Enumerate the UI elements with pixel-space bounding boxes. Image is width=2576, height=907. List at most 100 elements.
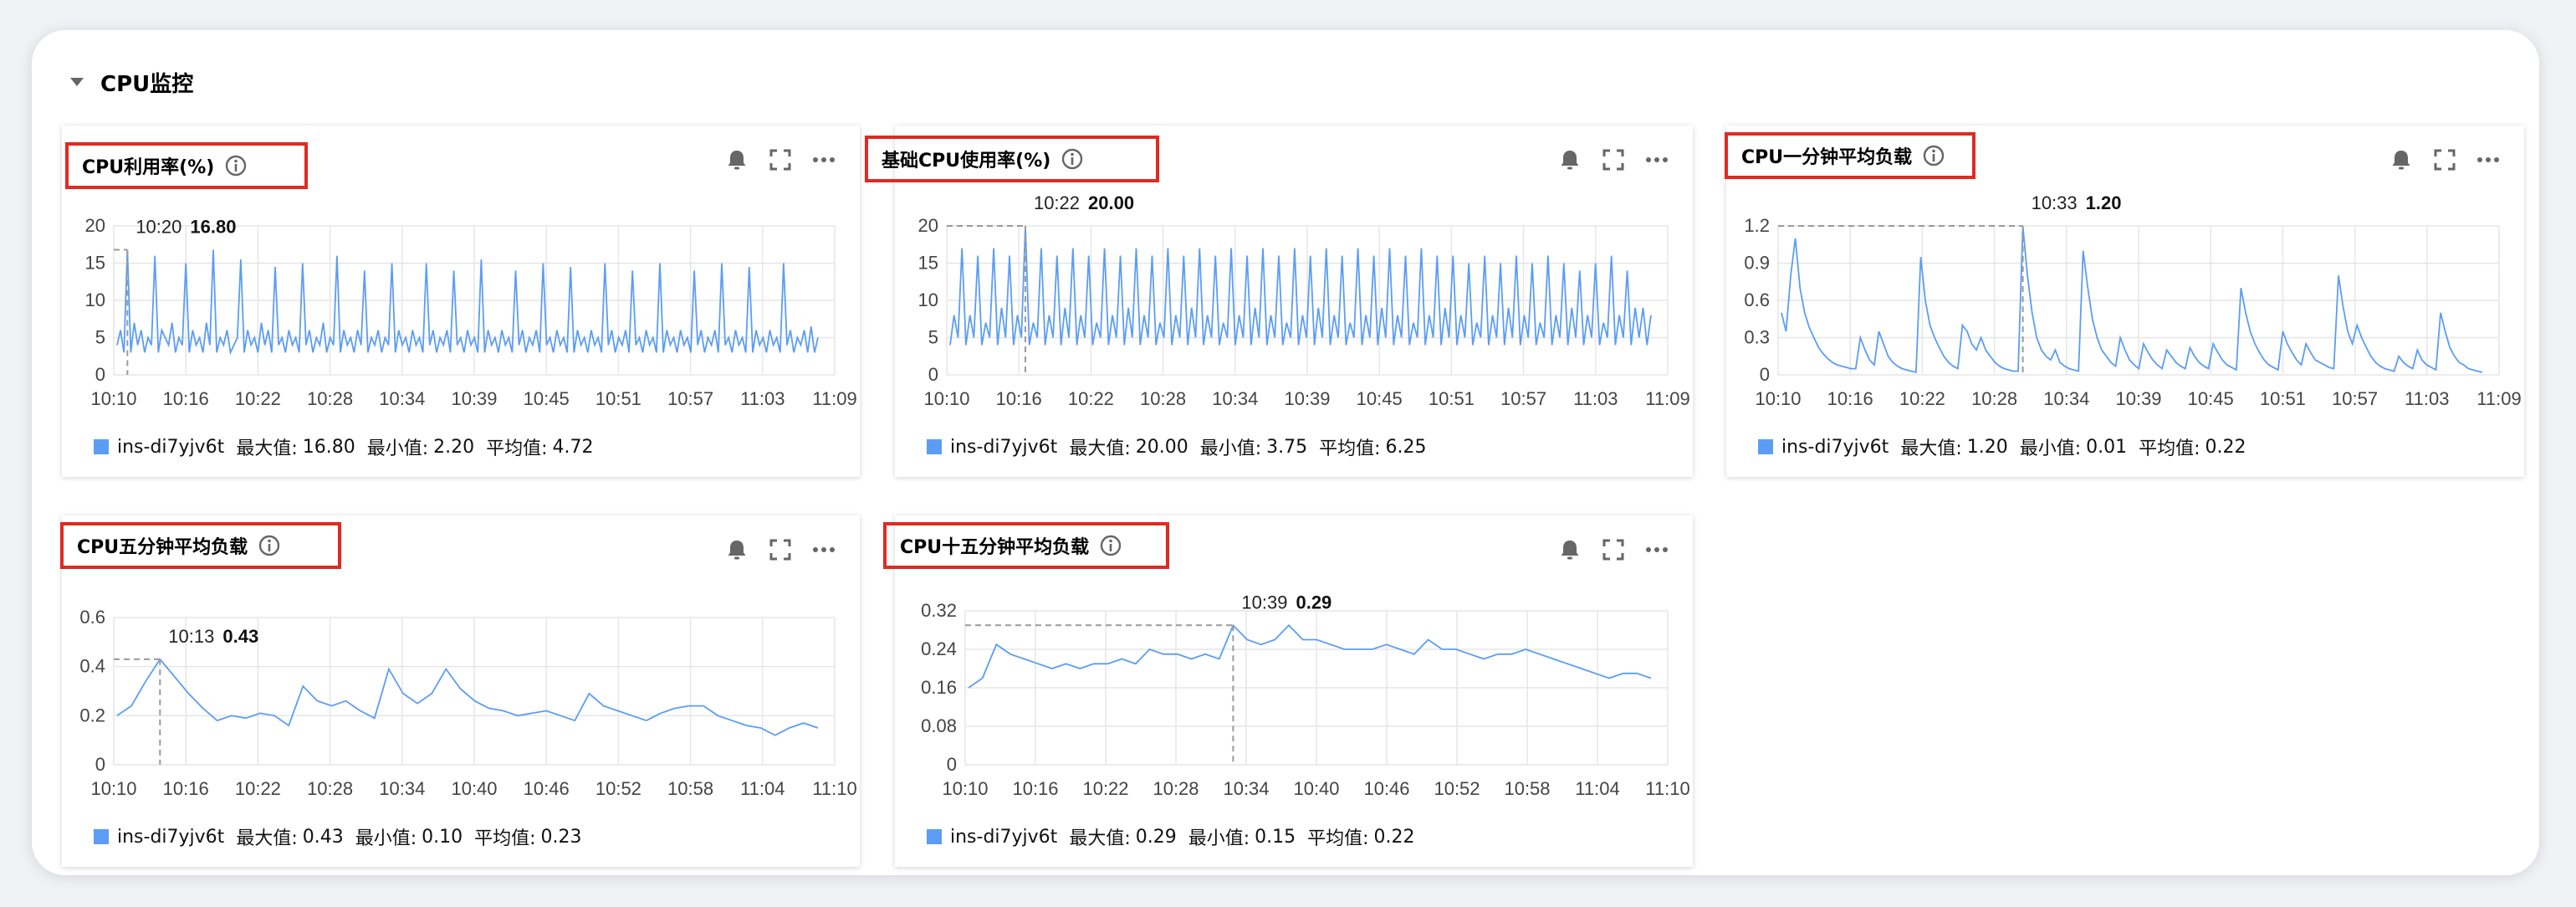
legend-series-name: ins-di7yjv6t bbox=[117, 436, 225, 458]
line-chart[interactable]: 0 5 10 15 20 10:10 10:16 10:22 10:28 10:34 10:39 10… bbox=[895, 126, 1693, 477]
y-tick-label: 5 bbox=[928, 327, 938, 348]
chart-card-cpu-load-1min: CPU一分钟平均负载 0 0.3 0.6 0.9 1.2 10:10 10:16 10:22 10… bbox=[1725, 126, 2524, 477]
legend-max-label: 最大值: bbox=[1069, 438, 1131, 459]
x-tick-label: 11:03 bbox=[2405, 388, 2449, 409]
series-line[interactable] bbox=[1781, 225, 2483, 374]
legend-min-value: 2.20 bbox=[433, 436, 475, 458]
legend-avg-label: 平均值: bbox=[2139, 438, 2200, 459]
y-tick-label: 20 bbox=[918, 215, 938, 236]
y-tick-label: 0.24 bbox=[921, 638, 957, 659]
tooltip-value: 1.20 bbox=[2086, 192, 2122, 213]
x-tick-label: 10:10 bbox=[942, 778, 988, 799]
section-title: CPU监控 bbox=[100, 71, 194, 97]
tooltip-value: 16.80 bbox=[190, 216, 236, 237]
x-tick-label: 10:45 bbox=[1357, 388, 1403, 409]
tooltip-time: 10:22 bbox=[1034, 192, 1080, 213]
x-tick-label: 10:51 bbox=[595, 388, 641, 409]
x-tick-label: 10:10 bbox=[90, 388, 136, 409]
x-tick-label: 10:39 bbox=[2115, 388, 2161, 409]
section-header[interactable]: CPU监控 bbox=[70, 65, 193, 99]
y-tick-label: 0 bbox=[95, 364, 105, 385]
x-tick-label: 10:51 bbox=[1429, 388, 1475, 409]
tooltip-time: 10:13 bbox=[168, 626, 214, 647]
y-tick-label: 0.32 bbox=[921, 600, 957, 621]
x-tick-label: 10:16 bbox=[1827, 388, 1873, 409]
y-tick-label: 0 bbox=[928, 364, 938, 385]
x-tick-label: 10:34 bbox=[379, 388, 425, 409]
line-chart[interactable]: 0 0.3 0.6 0.9 1.2 10:10 10:16 10:22 10:28 10:34 10… bbox=[1726, 126, 2524, 477]
line-chart[interactable]: 0 0.2 0.4 0.6 10:10 10:16 10:22 10:28 10:34 10:40… bbox=[62, 515, 860, 867]
x-tick-label: 10:22 bbox=[1899, 388, 1945, 409]
tooltip-label: 10:13 0.43 bbox=[168, 626, 258, 647]
x-tick-label: 10:52 bbox=[1434, 778, 1480, 799]
x-tick-label: 10:16 bbox=[996, 388, 1042, 409]
y-tick-label: 0 bbox=[947, 754, 957, 775]
x-tick-label: 10:52 bbox=[595, 778, 641, 799]
x-tick-label: 10:16 bbox=[163, 778, 209, 799]
tooltip-value: 0.43 bbox=[222, 626, 258, 647]
y-tick-label: 0.6 bbox=[79, 607, 105, 628]
tooltip-time: 10:33 bbox=[2032, 192, 2078, 213]
tooltip-label: 10:39 0.29 bbox=[1241, 592, 1331, 612]
chart-card-basic-cpu-usage: 基础CPU使用率(%) 0 5 10 15 20 10:10 10:16 10:22 10:28 1… bbox=[865, 126, 1693, 477]
tooltip-label: 10:33 1.20 bbox=[2032, 192, 2122, 213]
legend-min-value: 0.10 bbox=[422, 826, 463, 848]
y-tick-label: 0 bbox=[1760, 364, 1770, 385]
chart-legend: ins-di7yjv6t 最大值: 0.43 最小值: 0.10 平均值: 0.23 bbox=[94, 823, 594, 850]
x-tick-label: 10:34 bbox=[1223, 778, 1269, 799]
legend-min-label: 最小值: bbox=[1199, 438, 1262, 459]
y-tick-label: 0.2 bbox=[79, 705, 105, 725]
legend-max-value: 1.20 bbox=[1966, 436, 2008, 458]
legend-swatch bbox=[1758, 439, 1773, 454]
x-tick-label: 11:10 bbox=[812, 778, 856, 799]
legend-series-name: ins-di7yjv6t bbox=[1781, 436, 1889, 458]
legend-avg-value: 0.22 bbox=[2205, 436, 2246, 458]
x-tick-label: 11:10 bbox=[1645, 778, 1689, 799]
legend-avg-label: 平均值: bbox=[1319, 438, 1381, 459]
y-tick-label: 10 bbox=[85, 290, 105, 310]
legend-avg-value: 0.22 bbox=[1373, 826, 1415, 848]
x-tick-label: 10:10 bbox=[90, 778, 136, 799]
x-tick-label: 10:28 bbox=[1140, 388, 1186, 409]
legend-min-label: 最小值: bbox=[355, 828, 417, 849]
legend-min-value: 0.01 bbox=[2086, 436, 2128, 458]
y-tick-label: 10 bbox=[918, 290, 938, 310]
x-tick-label: 10:40 bbox=[451, 778, 497, 799]
x-tick-label: 10:28 bbox=[307, 388, 353, 409]
chart-legend: ins-di7yjv6t 最大值: 0.29 最小值: 0.15 平均值: 0.22 bbox=[927, 823, 1427, 850]
series-line[interactable] bbox=[949, 225, 1652, 346]
caret-down-icon[interactable] bbox=[70, 78, 84, 86]
y-tick-label: 0.08 bbox=[921, 715, 957, 736]
y-tick-label: 0 bbox=[95, 754, 105, 775]
series-line[interactable] bbox=[968, 623, 1652, 689]
legend-min-value: 0.15 bbox=[1255, 826, 1296, 848]
line-chart[interactable]: 0 0.08 0.16 0.24 0.32 10:10 10:16 10:22 10:28 10:… bbox=[895, 515, 1693, 867]
legend-max-value: 0.29 bbox=[1135, 826, 1177, 848]
chart-card-cpu-usage: CPU利用率(%) 0 5 10 15 20 10:10 10:16 10:22 10:28 10:… bbox=[62, 126, 860, 477]
legend-max-value: 16.80 bbox=[302, 436, 355, 458]
legend-series-name: ins-di7yjv6t bbox=[950, 436, 1058, 458]
tooltip-label: 10:22 20.00 bbox=[1034, 192, 1134, 213]
x-tick-label: 10:16 bbox=[1012, 778, 1058, 799]
x-tick-label: 11:04 bbox=[740, 778, 785, 799]
x-tick-label: 10:22 bbox=[1068, 388, 1114, 409]
x-tick-label: 11:03 bbox=[1573, 388, 1618, 409]
series-line[interactable] bbox=[116, 658, 819, 736]
line-chart[interactable]: 0 5 10 15 20 10:10 10:16 10:22 10:28 10:34 10:39 10… bbox=[62, 126, 860, 477]
x-tick-label: 10:58 bbox=[667, 778, 713, 799]
y-tick-label: 15 bbox=[918, 253, 938, 274]
chart-legend: ins-di7yjv6t 最大值: 16.80 最小值: 2.20 平均值: 4.72 bbox=[94, 433, 606, 460]
y-tick-label: 15 bbox=[85, 253, 105, 274]
x-tick-label: 11:09 bbox=[2476, 388, 2521, 409]
x-tick-label: 10:28 bbox=[307, 778, 353, 799]
x-tick-label: 10:34 bbox=[1212, 388, 1258, 409]
x-tick-label: 10:10 bbox=[923, 388, 969, 409]
legend-avg-label: 平均值: bbox=[1307, 828, 1369, 849]
x-tick-label: 10:22 bbox=[235, 388, 281, 409]
chart-card-cpu-load-5min: CPU五分钟平均负载 0 0.2 0.4 0.6 10:10 10:16 10:22 10:28… bbox=[60, 515, 860, 867]
legend-min-label: 最小值: bbox=[2019, 438, 2082, 459]
legend-avg-value: 6.25 bbox=[1385, 436, 1427, 458]
x-tick-label: 10:16 bbox=[163, 388, 209, 409]
legend-min-label: 最小值: bbox=[1188, 828, 1250, 849]
x-tick-label: 11:09 bbox=[812, 388, 856, 409]
